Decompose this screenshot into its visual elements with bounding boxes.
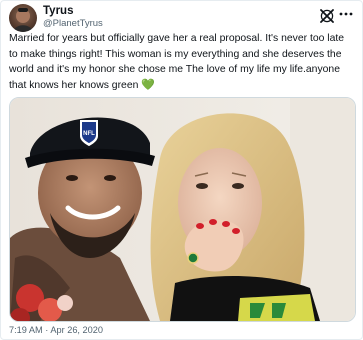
more-options-icon[interactable] (338, 6, 354, 22)
tweet-text: Married for years but officially gave he… (9, 31, 354, 93)
tweet-photo[interactable]: NFL (9, 97, 356, 322)
user-handle[interactable]: @PlanetTyrus (43, 18, 103, 30)
tweet-timestamp[interactable]: 7:19 AM · Apr 26, 2020 (9, 325, 103, 335)
x-logo-icon[interactable] (320, 9, 334, 23)
avatar[interactable] (9, 4, 37, 32)
display-name[interactable]: Tyrus (43, 5, 103, 18)
tweet-card: Tyrus @PlanetTyrus Married for years but… (0, 0, 363, 340)
user-info: Tyrus @PlanetTyrus (43, 5, 103, 30)
green-heart-emoji: 💚 (141, 78, 155, 91)
tweet-header: Tyrus @PlanetTyrus (9, 4, 354, 34)
nfl-logo: NFL (83, 131, 95, 137)
tweet-body: Married for years but officially gave he… (9, 33, 345, 91)
